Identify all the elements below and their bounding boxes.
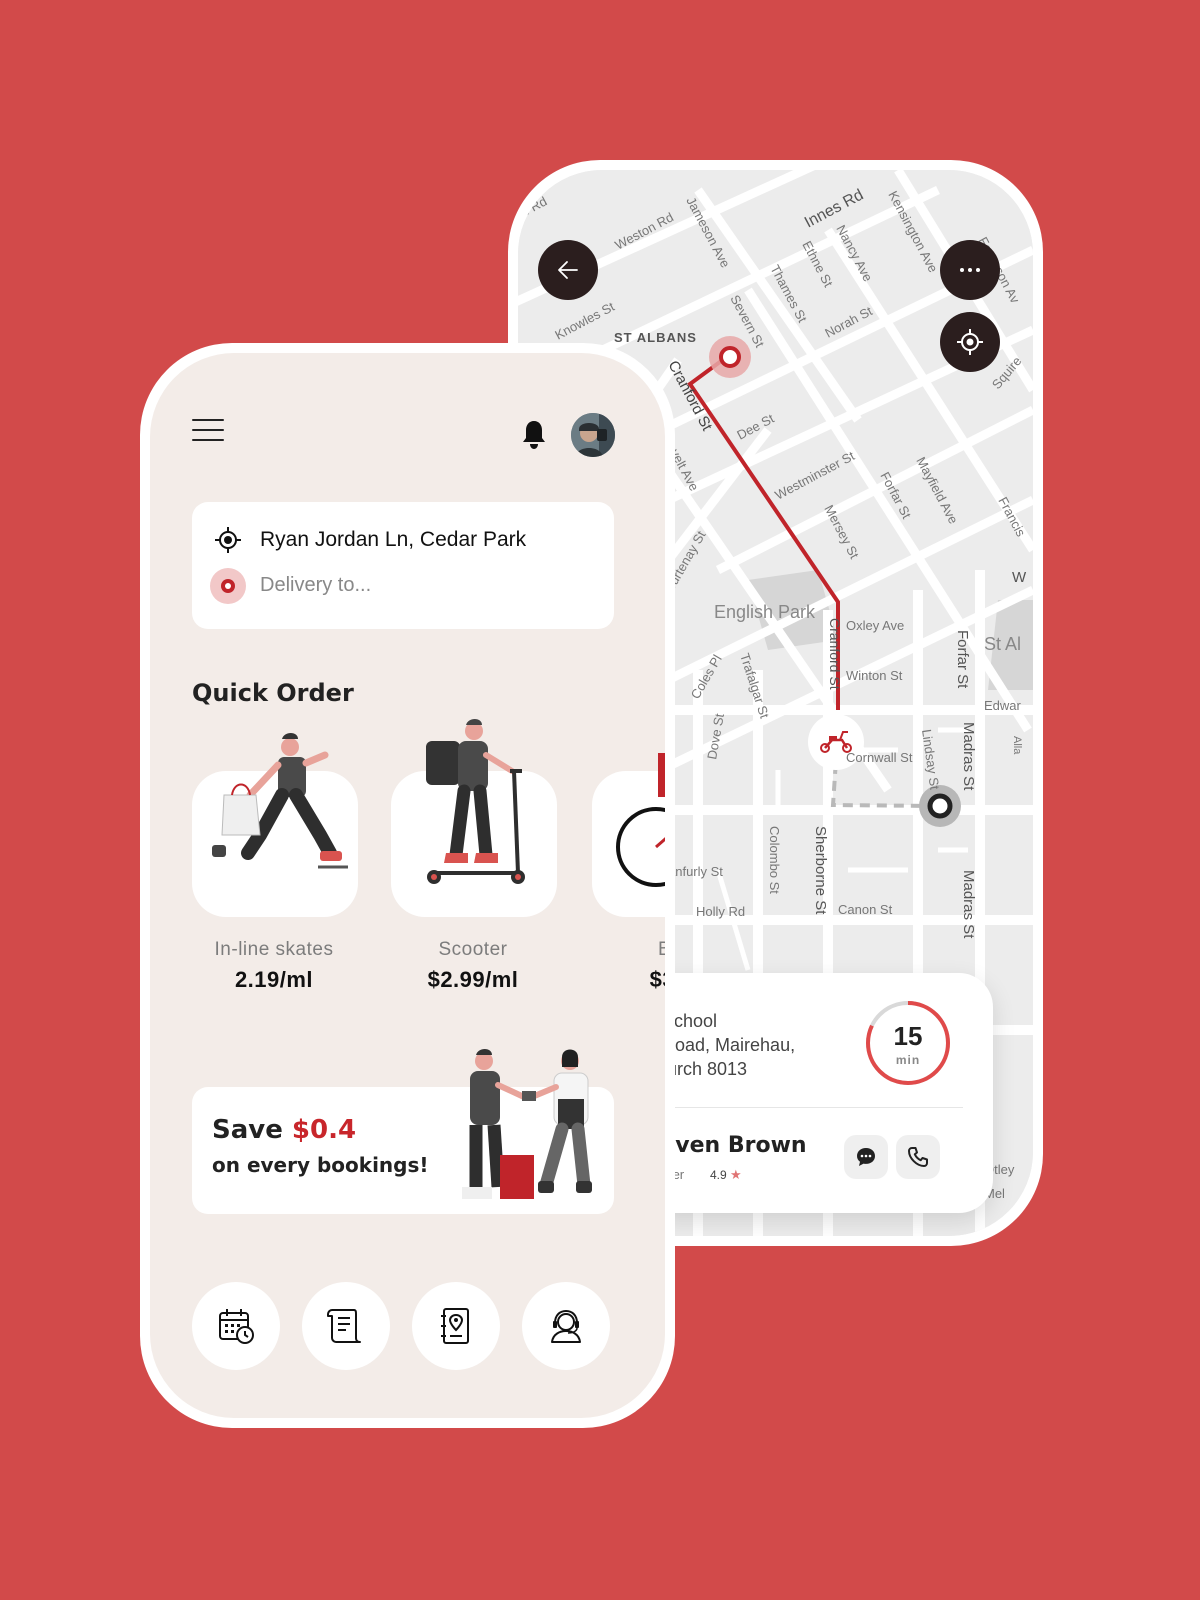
pickup-address-field[interactable]: Ryan Jordan Ln, Cedar Park [260, 528, 526, 552]
vehicle-price-scooter: $2.99/ml [427, 967, 519, 992]
call-button[interactable] [896, 1135, 940, 1179]
courier-rating: 4.9 ★ [710, 1167, 742, 1183]
orders-button[interactable] [302, 1282, 390, 1370]
svg-text:Cranford St: Cranford St [827, 618, 843, 690]
promo-amount: $0.4 [291, 1115, 357, 1145]
svg-text:Cornwall St: Cornwall St [846, 750, 913, 765]
schedule-button[interactable] [192, 1282, 280, 1370]
pickup-marker [719, 346, 741, 368]
svg-text:Forfar St: Forfar St [954, 630, 971, 689]
vehicle-name-scooter: Scooter [438, 939, 508, 960]
svg-text:Edwar: Edwar [984, 698, 1022, 713]
vehicle-price-bicycle: $3.5 [649, 967, 665, 992]
vehicle-name-inline-skates: In-line skates [214, 939, 334, 960]
quick-order-title: Quick Order [192, 679, 354, 707]
eta-timer: 15 min [864, 999, 952, 1087]
delivery-status-card: y School s Road, Mairehau, church 8013 1… [638, 973, 993, 1213]
crosshair-icon [957, 329, 983, 355]
svg-text:Alla: Alla [1011, 736, 1023, 755]
svg-text:Sherborne St: Sherborne St [812, 826, 829, 915]
svg-text:Madras St: Madras St [960, 722, 977, 791]
address-line-2: s Road, Mairehau, [648, 1035, 796, 1055]
address-book-button[interactable] [412, 1282, 500, 1370]
promo-banner[interactable]: Save $0.4 on every bookings! [192, 1049, 614, 1214]
svg-text:Holly Rd: Holly Rd [696, 904, 745, 919]
home-phone-screen: Ryan Jordan Ln, Cedar Park Delivery to..… [140, 343, 675, 1428]
vehicle-price-inline-skates: 2.19/ml [234, 967, 314, 992]
chat-button[interactable] [844, 1135, 888, 1179]
more-horizontal-icon [960, 268, 980, 272]
address-line-1: y School [648, 1011, 718, 1031]
route-input-card: Ryan Jordan Ln, Cedar Park Delivery to..… [192, 502, 614, 629]
delivery-destination-input[interactable]: Delivery to... [260, 574, 371, 597]
phone-icon [908, 1147, 928, 1167]
bell-icon [523, 421, 545, 449]
eta-value: 15 [893, 1021, 923, 1051]
svg-text:Winton St: Winton St [846, 668, 903, 683]
rating-value: 4.9 [710, 1168, 727, 1182]
promo-headline: Save $0.4 [212, 1115, 356, 1145]
bicycle-illustration [616, 753, 665, 887]
back-button[interactable] [538, 240, 598, 300]
calendar-clock-icon [219, 1309, 254, 1344]
card-divider [648, 1107, 963, 1108]
recenter-location-button[interactable] [940, 312, 1000, 372]
scooter-illustration [426, 719, 525, 884]
promo-subline: on every bookings! [212, 1153, 429, 1177]
svg-text:W: W [1012, 569, 1027, 586]
home-screen: Ryan Jordan Ln, Cedar Park Delivery to..… [150, 353, 665, 1418]
svg-text:ST ALBANS: ST ALBANS [614, 330, 697, 345]
svg-text:Colombo St: Colombo St [767, 826, 782, 894]
vehicle-name-bicycle: Bic [658, 939, 665, 960]
avatar-photo [571, 413, 615, 457]
address-line-3: church 8013 [648, 1059, 748, 1079]
notifications-button[interactable] [520, 419, 548, 456]
destination-marker [927, 793, 953, 819]
star-icon: ★ [730, 1167, 742, 1182]
receipt-scroll-icon [327, 1309, 361, 1343]
promo-save-text: Save [212, 1115, 292, 1145]
more-options-button[interactable] [940, 240, 1000, 300]
support-headset-icon [551, 1309, 581, 1343]
svg-text:anfurly St: anfurly St [668, 864, 723, 879]
svg-text:Oxley Ave: Oxley Ave [846, 618, 904, 633]
hamburger-menu-button[interactable] [192, 419, 224, 443]
support-button[interactable] [522, 1282, 610, 1370]
svg-text:Canon St: Canon St [838, 902, 893, 917]
crosshair-icon [215, 527, 241, 553]
destination-address: y School s Road, Mairehau, church 8013 [648, 1009, 868, 1081]
user-avatar[interactable] [571, 413, 615, 457]
arrow-left-icon [558, 261, 578, 279]
address-book-pin-icon [441, 1308, 469, 1344]
svg-text:St Al: St Al [984, 634, 1021, 654]
delivery-handoff-illustration [462, 1049, 592, 1199]
skater-illustration [212, 733, 348, 869]
eta-unit: min [895, 1053, 921, 1067]
svg-text:Madras St: Madras St [960, 870, 977, 939]
pin-dot-icon [210, 568, 246, 604]
svg-text:English Park: English Park [714, 602, 816, 622]
chat-bubble-icon [857, 1148, 875, 1166]
